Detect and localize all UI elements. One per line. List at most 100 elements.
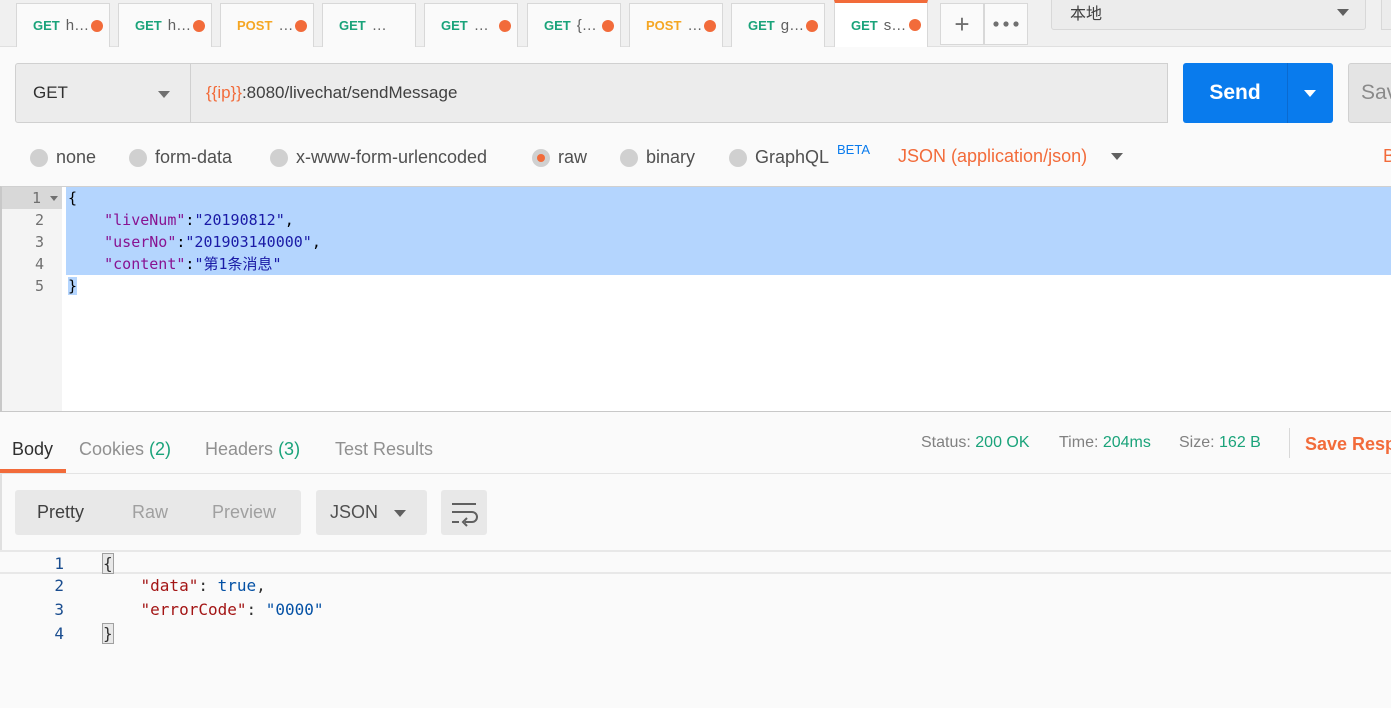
- line-number: 3: [54, 600, 64, 619]
- tab-name: h…: [65, 17, 90, 34]
- response-line: 2 "data": true,: [0, 574, 1391, 598]
- radio-icon: [270, 148, 288, 167]
- response-body-viewer[interactable]: 1 { 2 "data": true, 3 "errorCode": "0000…: [0, 550, 1391, 708]
- body-type-form-data[interactable]: form-data: [129, 147, 232, 168]
- unsaved-dot-icon: [806, 20, 818, 32]
- body-type-label: GraphQL: [755, 147, 830, 167]
- wrap-lines-button[interactable]: [441, 490, 487, 535]
- tab-headers[interactable]: Headers (3): [205, 439, 300, 460]
- environment-quick-look-button[interactable]: [1381, 0, 1391, 30]
- request-tab[interactable]: GET h…: [16, 3, 110, 47]
- unsaved-dot-icon: [499, 20, 511, 32]
- request-tab[interactable]: GET …: [424, 3, 518, 47]
- tab-body[interactable]: Body: [12, 439, 53, 460]
- response-size[interactable]: Size: 162 B: [1179, 434, 1261, 452]
- json-separator: ,: [311, 233, 321, 251]
- editor-line: 5 }: [2, 275, 1391, 297]
- editor-line: 3 "userNo":"201903140000",: [2, 231, 1391, 253]
- beautify-link[interactable]: B: [1383, 146, 1391, 167]
- line-number: 5: [34, 277, 44, 295]
- tab-label: Cookies: [79, 439, 145, 459]
- response-line: 4 }: [0, 622, 1391, 646]
- chevron-down-icon[interactable]: [1111, 153, 1123, 160]
- editor-line: 4 "content":"第1条消息": [2, 253, 1391, 275]
- tab-method: GET: [339, 18, 366, 33]
- editor-line: 1 {: [2, 187, 1391, 209]
- view-preview[interactable]: Preview: [212, 502, 276, 523]
- request-tab[interactable]: POST …: [629, 3, 723, 47]
- save-response-button[interactable]: Save Resp: [1305, 434, 1391, 455]
- request-tab-bar: GET h… GET h… POST … GET … GET … GET {…: [0, 0, 1391, 47]
- tab-method: GET: [33, 18, 60, 33]
- tab-test-results[interactable]: Test Results: [335, 439, 433, 460]
- tab-name: …: [371, 17, 387, 34]
- status-label: Status:: [921, 434, 971, 451]
- http-method-select[interactable]: GET: [15, 63, 191, 123]
- url-path: :8080/livechat/sendMessage: [241, 83, 458, 102]
- json-separator: ,: [284, 211, 294, 229]
- view-raw[interactable]: Raw: [132, 502, 168, 523]
- tab-method: GET: [748, 18, 775, 33]
- send-button[interactable]: Send: [1183, 63, 1287, 123]
- body-type-none[interactable]: none: [30, 147, 96, 168]
- save-button[interactable]: Sav: [1348, 63, 1391, 123]
- body-type-urlencoded[interactable]: x-www-form-urlencoded: [270, 147, 487, 168]
- response-format-select[interactable]: JSON: [316, 490, 427, 535]
- time-value: 204ms: [1102, 434, 1151, 451]
- radio-icon: [30, 148, 48, 167]
- code-text: "content":"第1条消息": [66, 253, 1391, 275]
- tab-cookies[interactable]: Cookies (2): [79, 439, 171, 460]
- request-tab[interactable]: GET {…: [527, 3, 621, 47]
- json-value: "201903140000": [185, 233, 312, 251]
- more-dots-icon: [993, 21, 1019, 27]
- response-status[interactable]: Status: 200 OK: [921, 434, 1030, 452]
- plus-icon: +: [954, 8, 970, 39]
- request-tab[interactable]: GET h…: [118, 3, 212, 47]
- postman-window: GET h… GET h… POST … GET … GET … GET {…: [0, 0, 1391, 708]
- body-type-label: binary: [646, 147, 696, 167]
- code-text: "userNo":"201903140000",: [66, 231, 1391, 253]
- new-tab-button[interactable]: +: [940, 3, 984, 45]
- content-type-select[interactable]: JSON (application/json): [898, 146, 1087, 167]
- line-number: 3: [34, 233, 44, 251]
- fold-arrow-icon[interactable]: [50, 196, 58, 201]
- code-text: }: [102, 622, 114, 646]
- tab-name: h…: [167, 17, 192, 34]
- tab-method: POST: [237, 18, 273, 33]
- size-value: 162 B: [1219, 434, 1261, 451]
- json-key: "data": [140, 576, 199, 595]
- response-time[interactable]: Time: 204ms: [1059, 434, 1151, 452]
- unsaved-dot-icon: [193, 20, 205, 32]
- body-type-raw[interactable]: raw: [532, 147, 587, 168]
- json-brace: }: [68, 277, 78, 295]
- view-pretty[interactable]: Pretty: [37, 502, 84, 523]
- send-options-button[interactable]: [1287, 63, 1333, 123]
- time-label: Time:: [1059, 434, 1099, 451]
- request-body-editor[interactable]: 1 { 2 "liveNum":"20190812", 3 "userNo":"…: [0, 186, 1391, 412]
- json-key: "content": [104, 255, 186, 273]
- request-tab[interactable]: GET g…: [731, 3, 825, 47]
- editor-line: 2 "liveNum":"20190812",: [2, 209, 1391, 231]
- environment-value: 本地: [1070, 6, 1103, 23]
- json-value: "20190812": [194, 211, 285, 229]
- radio-icon: [620, 148, 638, 167]
- json-key: "errorCode": [140, 600, 247, 619]
- request-tab-active[interactable]: GET s…: [834, 0, 928, 47]
- tab-name: s…: [883, 16, 907, 34]
- more-tabs-button[interactable]: [984, 3, 1028, 45]
- body-type-graphql[interactable]: GraphQL: [729, 147, 829, 168]
- code-text: "data": true,: [140, 576, 266, 595]
- line-number: 4: [54, 624, 64, 643]
- body-type-binary[interactable]: binary: [620, 147, 695, 168]
- request-tab[interactable]: POST …: [220, 3, 314, 47]
- url-input[interactable]: {{ip}}:8080/livechat/sendMessage: [190, 63, 1168, 123]
- tab-method: GET: [544, 18, 571, 33]
- request-tab[interactable]: GET …: [322, 3, 416, 47]
- line-number: 4: [34, 255, 44, 273]
- environment-select[interactable]: 本地: [1051, 0, 1366, 30]
- tab-name: …: [473, 17, 489, 34]
- json-value: true: [217, 576, 257, 595]
- unsaved-dot-icon: [91, 20, 103, 32]
- code-text: "errorCode": "0000": [140, 600, 324, 619]
- chevron-down-icon: [1337, 9, 1349, 16]
